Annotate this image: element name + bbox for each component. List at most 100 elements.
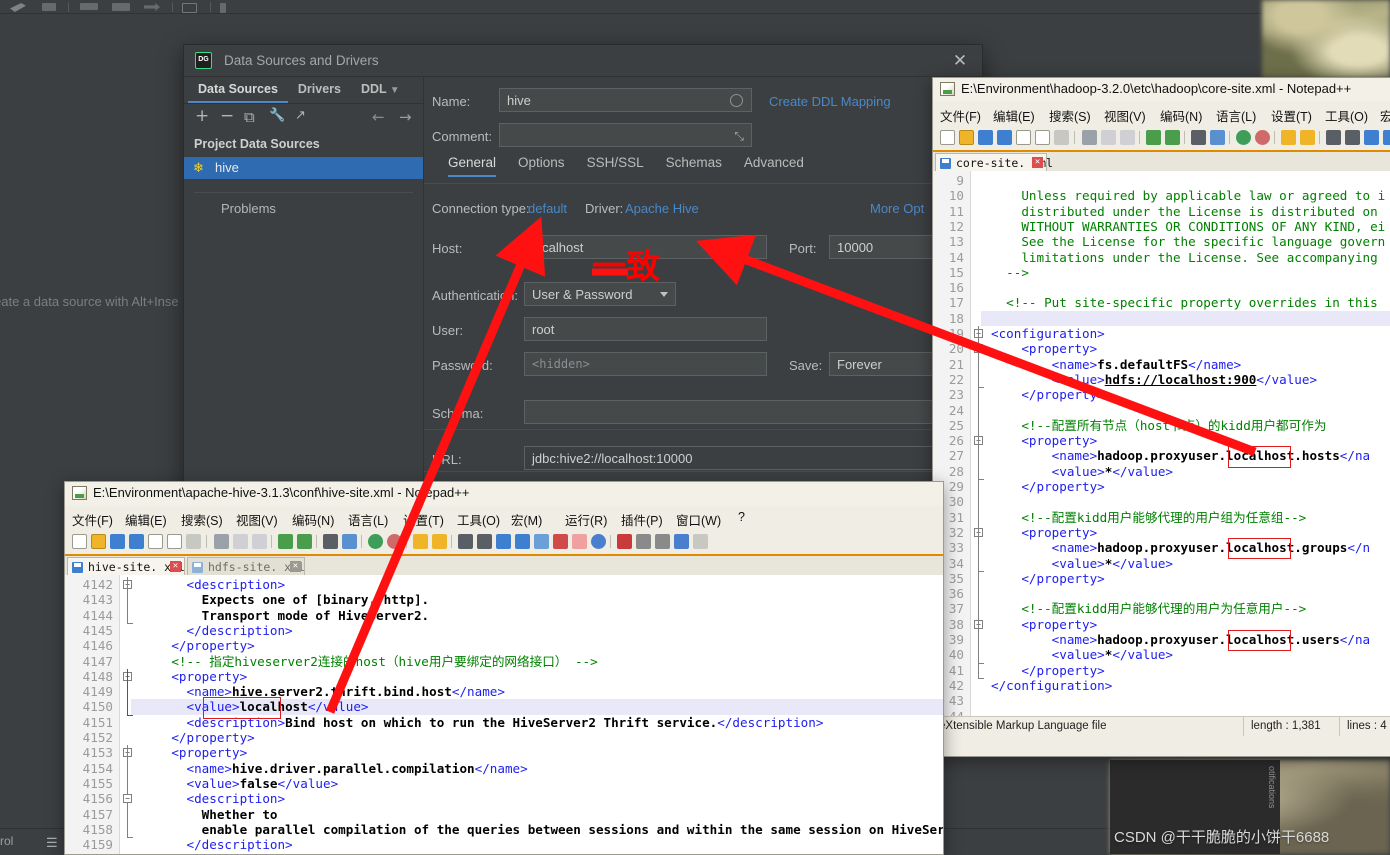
word-wrap-icon[interactable] xyxy=(458,534,473,549)
save-all-icon[interactable] xyxy=(129,534,144,549)
code-line[interactable]: <description> xyxy=(141,791,285,806)
more-options-link[interactable]: More Opt xyxy=(870,201,924,216)
tab-schemas[interactable]: Schemas xyxy=(666,155,722,175)
copy-icon[interactable] xyxy=(1101,130,1116,145)
close-file-icon[interactable] xyxy=(1016,130,1031,145)
tab-close-icon[interactable]: ✕ xyxy=(170,561,181,572)
npp-hive-tab-hive-site[interactable]: hive-site. xml ✕ xyxy=(67,557,185,576)
menu-file[interactable]: 文件(F) xyxy=(72,510,113,529)
cut-icon[interactable] xyxy=(214,534,229,549)
tab-ddl[interactable]: DDL ▼ xyxy=(351,77,410,101)
code-line[interactable]: </property> xyxy=(991,663,1104,678)
code-line[interactable]: Expects one of [binary, http]. xyxy=(141,592,429,607)
code-line[interactable]: <!--配置kidd用户能够代理的用户为任意用户--> xyxy=(991,601,1306,616)
folder-workspace-icon[interactable] xyxy=(572,534,587,549)
macro-record-icon[interactable] xyxy=(553,534,568,549)
show-symbol-icon[interactable] xyxy=(1345,130,1360,145)
toolbar-icon-align[interactable] xyxy=(112,3,130,11)
npp-hive-editor[interactable]: 4142 4143 4144 4145 4146 4147 4148 4149 4150 4151… xyxy=(65,575,943,854)
data-sources-and-drivers-dialog[interactable]: DG Data Sources and Drivers ✕ Data Sourc… xyxy=(183,44,983,494)
menu-encoding[interactable]: 编码(N) xyxy=(292,510,334,529)
print-icon[interactable] xyxy=(186,534,201,549)
code-line[interactable]: </property> xyxy=(141,730,254,745)
new-file-icon[interactable] xyxy=(72,534,87,549)
password-input[interactable]: <hidden> xyxy=(524,352,767,376)
code-line[interactable]: <description> xyxy=(141,577,285,592)
code-line[interactable]: <name>hive.server2.thrift.bind.host</nam… xyxy=(141,684,504,699)
code-line[interactable]: <!--配置kidd用户能够代理的用户组为任意组--> xyxy=(991,510,1306,525)
code-line[interactable]: <!-- Put site-specific property override… xyxy=(991,295,1378,310)
list-icon[interactable]: ☰ xyxy=(46,835,58,851)
tab-options[interactable]: Options xyxy=(518,155,565,175)
ide-toolbar[interactable] xyxy=(0,0,1262,14)
npp-core-menubar[interactable]: 文件(F) 编辑(E) 搜索(S) 视图(V) 编码(N) 语言(L) 设置(T… xyxy=(933,104,1390,126)
chevron-down-icon[interactable]: ▼ xyxy=(390,85,400,96)
toolbar-icon-console[interactable] xyxy=(80,3,98,10)
indent-guide-icon[interactable] xyxy=(496,534,511,549)
sync-scroll-v-icon[interactable] xyxy=(413,534,428,549)
close-file-icon[interactable] xyxy=(148,534,163,549)
code-line[interactable]: enable parallel compilation of the queri… xyxy=(141,822,943,837)
paste-icon[interactable] xyxy=(1120,130,1135,145)
code-line[interactable]: Whether to xyxy=(141,807,278,822)
npp-core-tabbar[interactable]: core-site. xml ✕ xyxy=(933,150,1390,172)
save-macro-icon[interactable] xyxy=(693,534,708,549)
new-file-icon[interactable] xyxy=(940,130,955,145)
tab-ssh-ssl[interactable]: SSH/SSL xyxy=(587,155,644,175)
comment-input[interactable]: ⤡ xyxy=(499,123,752,147)
forward-arrow-icon[interactable]: → xyxy=(399,108,412,126)
npp-hive-tabbar[interactable]: hive-site. xml ✕ hdfs-site. xml ✕ xyxy=(65,554,943,576)
menu-file[interactable]: 文件(F) xyxy=(940,106,981,125)
code-line[interactable]: <!--配置所有节点（host节点）的kidd用户都可作为 xyxy=(991,418,1326,433)
tab-general[interactable]: General xyxy=(448,155,497,177)
tab-close-icon[interactable]: ✕ xyxy=(1032,157,1043,168)
sync-scroll-h-icon[interactable] xyxy=(1300,130,1315,145)
close-all-icon[interactable] xyxy=(167,534,182,549)
menu-search[interactable]: 搜索(S) xyxy=(1049,106,1091,125)
code-line[interactable]: <value>*</value> xyxy=(991,647,1173,662)
npp-core-tab-core-site[interactable]: core-site. xml ✕ xyxy=(935,153,1053,172)
menu-macro[interactable]: 宏(M) xyxy=(511,510,542,529)
back-arrow-icon[interactable]: ← xyxy=(372,108,385,126)
code-line[interactable]: <value>hdfs://localhost:900</value> xyxy=(991,372,1317,387)
preview-icon[interactable] xyxy=(591,534,606,549)
copy-icon[interactable] xyxy=(233,534,248,549)
zoom-out-icon[interactable] xyxy=(1255,130,1270,145)
code-line[interactable]: <value>*</value> xyxy=(991,556,1173,571)
code-line[interactable]: distributed under the License is distrib… xyxy=(991,204,1385,219)
menu-macro[interactable]: 宏( xyxy=(1380,106,1390,125)
menu-run[interactable]: 运行(R) xyxy=(565,510,607,529)
code-line[interactable]: </property> xyxy=(991,479,1104,494)
problems-item[interactable]: Problems xyxy=(221,201,276,216)
save-icon[interactable] xyxy=(978,130,993,145)
create-ddl-mapping-link[interactable]: Create DDL Mapping xyxy=(769,94,891,109)
code-line[interactable]: Unless required by applicable law or agr… xyxy=(991,188,1385,203)
save-all-icon[interactable] xyxy=(997,130,1012,145)
zoom-in-icon[interactable] xyxy=(368,534,383,549)
code-line[interactable]: <property> xyxy=(991,341,1097,356)
dialog-tab-bar[interactable]: Data Sources Drivers DDL ▼ xyxy=(184,77,423,104)
npp-hive-menubar[interactable]: 文件(F) 编辑(E) 搜索(S) 视图(V) 编码(N) 语言(L) 设置(T… xyxy=(65,508,943,530)
doc-map-icon[interactable] xyxy=(1383,130,1390,145)
replace-icon[interactable] xyxy=(1210,130,1225,145)
settings-tab-bar[interactable]: General Options SSH/SSL Schemas Advanced xyxy=(448,155,826,183)
tab-close-icon[interactable]: ✕ xyxy=(290,561,301,572)
npp-hive-tab-hdfs-site[interactable]: hdfs-site. xml ✕ xyxy=(187,557,305,576)
cut-icon[interactable] xyxy=(1082,130,1097,145)
dialog-left-pane[interactable]: Data Sources Drivers DDL ▼ + − ⧉ 🔧 ↗ ← → … xyxy=(184,77,424,493)
play-macro-icon[interactable] xyxy=(655,534,670,549)
copy-icon[interactable]: ⧉ xyxy=(244,108,255,126)
open-file-icon[interactable] xyxy=(91,534,106,549)
toolbar-icon-panel[interactable] xyxy=(220,3,226,13)
menu-settings[interactable]: 设置(T) xyxy=(1271,106,1312,125)
share-icon[interactable]: ↗ xyxy=(295,108,306,123)
menu-view[interactable]: 视图(V) xyxy=(236,510,278,529)
code-line[interactable]: <value>false</value> xyxy=(141,776,338,791)
zoom-out-icon[interactable] xyxy=(387,534,402,549)
name-input[interactable]: hive xyxy=(499,88,752,112)
menu-language[interactable]: 语言(L) xyxy=(1216,106,1256,125)
code-line[interactable]: See the License for the specific languag… xyxy=(991,234,1385,249)
word-wrap-icon[interactable] xyxy=(1326,130,1341,145)
menu-help[interactable]: ? xyxy=(738,510,745,524)
user-input[interactable]: root xyxy=(524,317,767,341)
